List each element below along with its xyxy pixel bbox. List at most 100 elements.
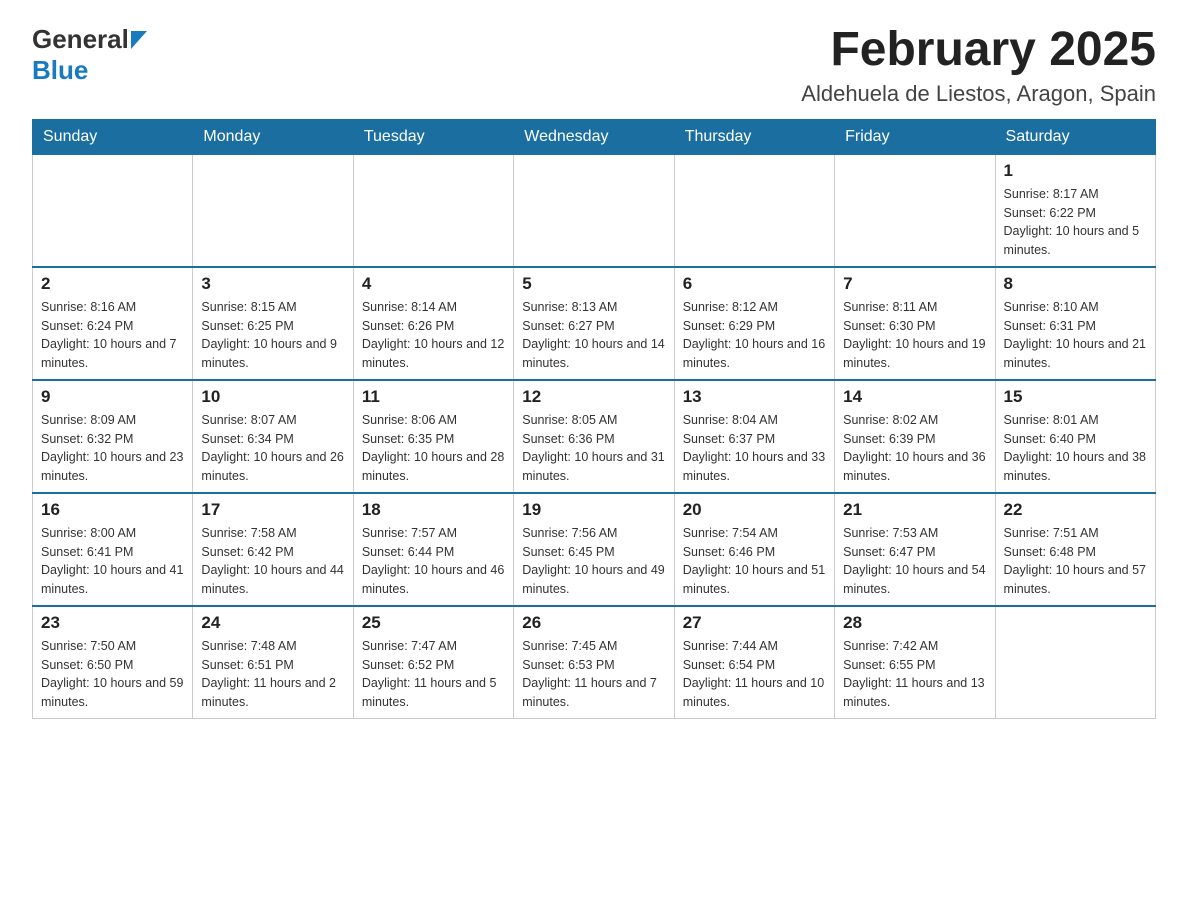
- day-info: Sunrise: 7:42 AMSunset: 6:55 PMDaylight:…: [843, 637, 986, 712]
- day-info: Sunrise: 7:47 AMSunset: 6:52 PMDaylight:…: [362, 637, 505, 712]
- day-number: 1: [1004, 161, 1147, 181]
- day-number: 22: [1004, 500, 1147, 520]
- day-info: Sunrise: 7:44 AMSunset: 6:54 PMDaylight:…: [683, 637, 826, 712]
- day-info: Sunrise: 7:45 AMSunset: 6:53 PMDaylight:…: [522, 637, 665, 712]
- calendar-day-cell: 1 Sunrise: 8:17 AMSunset: 6:22 PMDaylight…: [995, 154, 1155, 267]
- day-info: Sunrise: 8:12 AMSunset: 6:29 PMDaylight:…: [683, 298, 826, 373]
- calendar-day-cell: 6 Sunrise: 8:12 AMSunset: 6:29 PMDaylight…: [674, 267, 834, 380]
- calendar-day-cell: 2 Sunrise: 8:16 AMSunset: 6:24 PMDaylight…: [33, 267, 193, 380]
- day-number: 18: [362, 500, 505, 520]
- calendar-subtitle: Aldehuela de Liestos, Aragon, Spain: [801, 81, 1156, 107]
- day-info: Sunrise: 7:58 AMSunset: 6:42 PMDaylight:…: [201, 524, 344, 599]
- calendar-week-row: 16 Sunrise: 8:00 AMSunset: 6:41 PMDayligh…: [33, 493, 1156, 606]
- calendar-day-cell: 15Sunrise: 8:01 AMSunset: 6:40 PMDayligh…: [995, 380, 1155, 493]
- calendar-day-cell: 22 Sunrise: 7:51 AMSunset: 6:48 PMDayligh…: [995, 493, 1155, 606]
- day-number: 14: [843, 387, 986, 407]
- day-number: 16: [41, 500, 184, 520]
- day-number: 5: [522, 274, 665, 294]
- day-number: 24: [201, 613, 344, 633]
- calendar-day-cell: 23 Sunrise: 7:50 AMSunset: 6:50 PMDayligh…: [33, 606, 193, 719]
- day-number: 15: [1004, 387, 1147, 407]
- calendar-day-cell: 10 Sunrise: 8:07 AMSunset: 6:34 PMDayligh…: [193, 380, 353, 493]
- day-number: 21: [843, 500, 986, 520]
- day-info: Sunrise: 7:48 AMSunset: 6:51 PMDaylight:…: [201, 637, 344, 712]
- day-of-week-header: Thursday: [674, 119, 834, 154]
- day-info: Sunrise: 8:04 AMSunset: 6:37 PMDaylight:…: [683, 411, 826, 486]
- calendar-day-cell: 25 Sunrise: 7:47 AMSunset: 6:52 PMDayligh…: [353, 606, 513, 719]
- calendar-header: SundayMondayTuesdayWednesdayThursdayFrid…: [33, 119, 1156, 154]
- day-number: 10: [201, 387, 344, 407]
- day-number: 11: [362, 387, 505, 407]
- calendar-table: SundayMondayTuesdayWednesdayThursdayFrid…: [32, 119, 1156, 719]
- logo-blue-text: Blue: [32, 55, 88, 86]
- calendar-day-cell: [353, 154, 513, 267]
- calendar-day-cell: 13 Sunrise: 8:04 AMSunset: 6:37 PMDayligh…: [674, 380, 834, 493]
- calendar-day-cell: 26 Sunrise: 7:45 AMSunset: 6:53 PMDayligh…: [514, 606, 674, 719]
- calendar-day-cell: 8 Sunrise: 8:10 AMSunset: 6:31 PMDaylight…: [995, 267, 1155, 380]
- calendar-day-cell: [514, 154, 674, 267]
- calendar-body: 1 Sunrise: 8:17 AMSunset: 6:22 PMDaylight…: [33, 154, 1156, 718]
- day-number: 25: [362, 613, 505, 633]
- calendar-day-cell: [835, 154, 995, 267]
- day-number: 6: [683, 274, 826, 294]
- calendar-day-cell: 28 Sunrise: 7:42 AMSunset: 6:55 PMDayligh…: [835, 606, 995, 719]
- day-number: 12: [522, 387, 665, 407]
- day-info: Sunrise: 8:00 AMSunset: 6:41 PMDaylight:…: [41, 524, 184, 599]
- calendar-day-cell: 4 Sunrise: 8:14 AMSunset: 6:26 PMDaylight…: [353, 267, 513, 380]
- calendar-week-row: 2 Sunrise: 8:16 AMSunset: 6:24 PMDaylight…: [33, 267, 1156, 380]
- calendar-day-cell: 3 Sunrise: 8:15 AMSunset: 6:25 PMDaylight…: [193, 267, 353, 380]
- day-info: Sunrise: 7:56 AMSunset: 6:45 PMDaylight:…: [522, 524, 665, 599]
- day-number: 4: [362, 274, 505, 294]
- day-number: 2: [41, 274, 184, 294]
- day-info: Sunrise: 7:57 AMSunset: 6:44 PMDaylight:…: [362, 524, 505, 599]
- day-info: Sunrise: 7:51 AMSunset: 6:48 PMDaylight:…: [1004, 524, 1147, 599]
- logo-general-text: General: [32, 24, 129, 55]
- calendar-day-cell: 5 Sunrise: 8:13 AMSunset: 6:27 PMDaylight…: [514, 267, 674, 380]
- day-number: 13: [683, 387, 826, 407]
- day-info: Sunrise: 8:06 AMSunset: 6:35 PMDaylight:…: [362, 411, 505, 486]
- calendar-week-row: 9Sunrise: 8:09 AMSunset: 6:32 PMDaylight…: [33, 380, 1156, 493]
- day-of-week-header: Wednesday: [514, 119, 674, 154]
- calendar-day-cell: 18 Sunrise: 7:57 AMSunset: 6:44 PMDayligh…: [353, 493, 513, 606]
- day-number: 23: [41, 613, 184, 633]
- calendar-day-cell: 11 Sunrise: 8:06 AMSunset: 6:35 PMDayligh…: [353, 380, 513, 493]
- day-info: Sunrise: 8:15 AMSunset: 6:25 PMDaylight:…: [201, 298, 344, 373]
- days-of-week-row: SundayMondayTuesdayWednesdayThursdayFrid…: [33, 119, 1156, 154]
- calendar-day-cell: [33, 154, 193, 267]
- day-number: 26: [522, 613, 665, 633]
- calendar-day-cell: 9Sunrise: 8:09 AMSunset: 6:32 PMDaylight…: [33, 380, 193, 493]
- day-number: 27: [683, 613, 826, 633]
- day-number: 28: [843, 613, 986, 633]
- day-number: 9: [41, 387, 184, 407]
- calendar-day-cell: 16 Sunrise: 8:00 AMSunset: 6:41 PMDayligh…: [33, 493, 193, 606]
- day-of-week-header: Monday: [193, 119, 353, 154]
- calendar-day-cell: 20 Sunrise: 7:54 AMSunset: 6:46 PMDayligh…: [674, 493, 834, 606]
- calendar-day-cell: 24 Sunrise: 7:48 AMSunset: 6:51 PMDayligh…: [193, 606, 353, 719]
- calendar-day-cell: 17Sunrise: 7:58 AMSunset: 6:42 PMDayligh…: [193, 493, 353, 606]
- day-info: Sunrise: 8:11 AMSunset: 6:30 PMDaylight:…: [843, 298, 986, 373]
- day-info: Sunrise: 7:54 AMSunset: 6:46 PMDaylight:…: [683, 524, 826, 599]
- day-number: 8: [1004, 274, 1147, 294]
- calendar-day-cell: 21Sunrise: 7:53 AMSunset: 6:47 PMDayligh…: [835, 493, 995, 606]
- calendar-day-cell: 14 Sunrise: 8:02 AMSunset: 6:39 PMDayligh…: [835, 380, 995, 493]
- day-info: Sunrise: 8:14 AMSunset: 6:26 PMDaylight:…: [362, 298, 505, 373]
- day-info: Sunrise: 8:02 AMSunset: 6:39 PMDaylight:…: [843, 411, 986, 486]
- day-of-week-header: Sunday: [33, 119, 193, 154]
- day-info: Sunrise: 8:13 AMSunset: 6:27 PMDaylight:…: [522, 298, 665, 373]
- day-number: 7: [843, 274, 986, 294]
- calendar-day-cell: [193, 154, 353, 267]
- calendar-day-cell: [995, 606, 1155, 719]
- day-info: Sunrise: 8:05 AMSunset: 6:36 PMDaylight:…: [522, 411, 665, 486]
- day-number: 3: [201, 274, 344, 294]
- day-number: 20: [683, 500, 826, 520]
- day-info: Sunrise: 8:07 AMSunset: 6:34 PMDaylight:…: [201, 411, 344, 486]
- day-info: Sunrise: 8:16 AMSunset: 6:24 PMDaylight:…: [41, 298, 184, 373]
- day-info: Sunrise: 8:17 AMSunset: 6:22 PMDaylight:…: [1004, 185, 1147, 260]
- day-info: Sunrise: 8:10 AMSunset: 6:31 PMDaylight:…: [1004, 298, 1147, 373]
- day-info: Sunrise: 7:50 AMSunset: 6:50 PMDaylight:…: [41, 637, 184, 712]
- day-number: 19: [522, 500, 665, 520]
- calendar-day-cell: 7 Sunrise: 8:11 AMSunset: 6:30 PMDaylight…: [835, 267, 995, 380]
- calendar-day-cell: 19 Sunrise: 7:56 AMSunset: 6:45 PMDayligh…: [514, 493, 674, 606]
- logo: General Blue: [32, 24, 147, 86]
- calendar-week-row: 1 Sunrise: 8:17 AMSunset: 6:22 PMDaylight…: [33, 154, 1156, 267]
